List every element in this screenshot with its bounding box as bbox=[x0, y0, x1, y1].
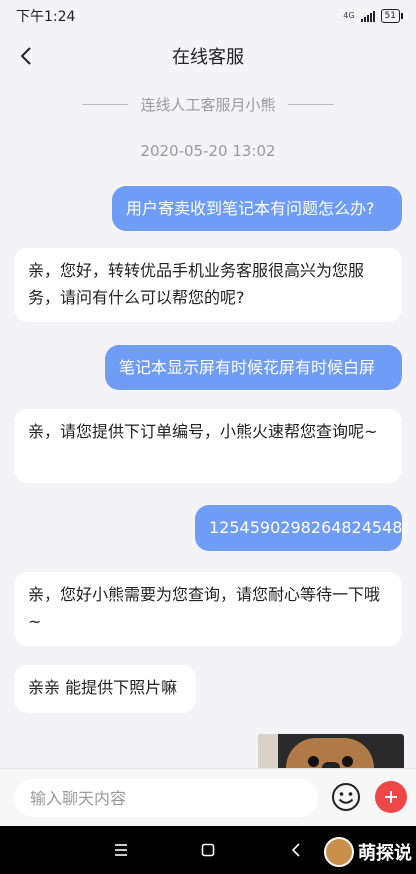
message-text: 亲亲 能提供下照片嘛 bbox=[28, 678, 178, 697]
divider bbox=[82, 103, 129, 105]
message-text: 笔记本显示屏有时候花屏有时候白屏 bbox=[119, 358, 376, 377]
chat-input[interactable] bbox=[14, 779, 318, 817]
signal-icon bbox=[360, 10, 375, 22]
status-icons: 4G 51 bbox=[343, 9, 404, 23]
page-title: 在线客服 bbox=[172, 47, 244, 68]
add-button[interactable] bbox=[375, 781, 407, 813]
home-nav-button[interactable] bbox=[194, 836, 222, 864]
back-button[interactable] bbox=[10, 40, 42, 72]
message-text: 1254590298264824548 bbox=[209, 518, 403, 537]
connect-notice: 连线人工客服月小熊 bbox=[0, 92, 416, 116]
chevron-left-icon bbox=[20, 47, 31, 65]
menu-icon bbox=[115, 844, 127, 856]
connect-notice-text: 连线人工客服月小熊 bbox=[140, 95, 276, 114]
battery-icon: 51 bbox=[380, 9, 404, 23]
message-bubble-outgoing[interactable]: 笔记本显示屏有时候花屏有时候白屏 bbox=[105, 345, 402, 390]
divider bbox=[287, 103, 334, 105]
battery-level: 51 bbox=[384, 11, 396, 21]
message-bubble-incoming[interactable]: 亲亲 能提供下照片嘛 bbox=[14, 665, 196, 713]
chat-input-bar bbox=[0, 768, 416, 827]
message-text: 亲，您好小熊需要为您查询，请您耐心等待一下哦~ bbox=[28, 585, 381, 631]
chevron-left-icon bbox=[291, 843, 300, 857]
message-bubble-incoming[interactable]: 亲，您好，转转优品手机业务客服很高兴为您服务，请问有什么可以帮您的呢? bbox=[14, 248, 402, 322]
message-text: 用户寄卖收到笔记本有问题怎么办? bbox=[126, 199, 375, 218]
message-text: 亲，请您提供下订单编号，小熊火速帮您查询呢~ bbox=[28, 422, 378, 441]
watermark: 萌探说 bbox=[302, 832, 412, 872]
message-text: 亲，您好，转转优品手机业务客服很高兴为您服务，请问有什么可以帮您的呢? bbox=[28, 261, 365, 307]
watermark-text: 萌探说 bbox=[358, 843, 412, 864]
square-icon bbox=[201, 843, 215, 857]
menu-nav-button[interactable] bbox=[107, 836, 135, 864]
page-header: 在线客服 bbox=[0, 32, 416, 80]
plus-icon bbox=[385, 791, 397, 803]
message-timestamp: 2020-05-20 13:02 bbox=[140, 142, 276, 160]
status-time: 下午1:24 bbox=[16, 9, 76, 25]
image-message[interactable] bbox=[258, 734, 404, 768]
network-type: 4G bbox=[343, 11, 355, 20]
message-bubble-incoming[interactable]: 亲，您好小熊需要为您查询，请您耐心等待一下哦~ bbox=[14, 572, 402, 646]
smiley-icon bbox=[332, 783, 360, 811]
emoji-button[interactable] bbox=[330, 781, 362, 813]
bear-logo-icon bbox=[324, 837, 354, 867]
message-bubble-incoming[interactable]: 亲，请您提供下订单编号，小熊火速帮您查询呢~ bbox=[14, 409, 402, 483]
network-indicator: 4G bbox=[343, 12, 354, 20]
dog-photo bbox=[286, 738, 374, 768]
message-bubble-outgoing[interactable]: 用户寄卖收到笔记本有问题怎么办? bbox=[112, 186, 402, 231]
message-bubble-outgoing[interactable]: 1254590298264824548 bbox=[195, 505, 402, 551]
system-nav-bar: 萌探说 bbox=[0, 826, 416, 874]
status-bar: 下午1:24 4G 51 bbox=[0, 0, 416, 32]
